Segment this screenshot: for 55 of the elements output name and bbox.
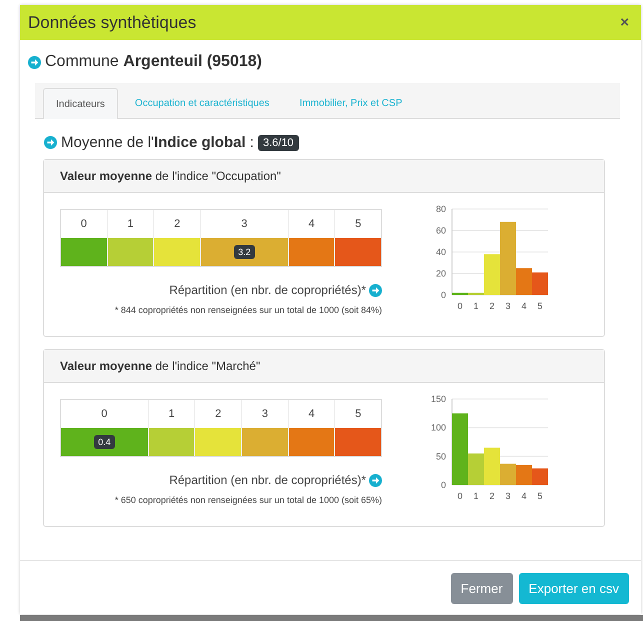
axis-label: 60 xyxy=(436,226,446,236)
bar xyxy=(532,272,548,295)
scale-label: 2 xyxy=(173,217,182,232)
axis-label: 1 xyxy=(474,491,478,501)
axis-label: 2 xyxy=(490,491,494,501)
distribution-link[interactable]: Répartition (en nbr. de copropriétés)* xyxy=(169,473,366,487)
close-button[interactable]: Fermer xyxy=(450,573,513,604)
axis-label: 4 xyxy=(522,491,526,501)
arrow-circle-icon xyxy=(44,136,57,149)
axis-label: 100 xyxy=(430,422,446,433)
axis-label: 3 xyxy=(506,301,510,311)
axis-label: 5 xyxy=(538,301,542,311)
scale-label: 5 xyxy=(354,407,362,422)
axis-label: 150 xyxy=(430,394,446,404)
close-button[interactable]: × xyxy=(620,14,629,31)
scale-label: 5 xyxy=(354,217,362,232)
value-marker: 3.2 xyxy=(234,245,255,259)
axis-label: 4 xyxy=(522,301,526,311)
axis-label: 80 xyxy=(436,204,446,214)
axis-label: 0 xyxy=(458,301,462,311)
scale-label: 0 xyxy=(80,217,88,232)
bar xyxy=(532,468,548,485)
scale-label: 4 xyxy=(307,217,316,232)
modal-title: Données synthètiques xyxy=(28,12,196,32)
scale-label: 2 xyxy=(214,407,222,422)
scale-label: 3 xyxy=(240,217,248,232)
axis-label: 1 xyxy=(474,301,478,311)
arrow-circle-icon xyxy=(369,284,382,296)
commune-title: Commune Argenteuil (95018) xyxy=(45,53,262,71)
arrow-circle-icon xyxy=(28,56,41,68)
scale-label: 1 xyxy=(126,217,135,232)
scale-label: 0 xyxy=(100,407,108,422)
axis-label: 40 xyxy=(436,247,446,257)
axis-label: 3 xyxy=(506,491,510,501)
axis-label: 0 xyxy=(440,480,446,490)
panel-title: Valeur moyenne de l'indice "Marché" xyxy=(44,350,604,383)
axis-label: 20 xyxy=(436,268,446,278)
axis-label: 50 xyxy=(436,451,446,462)
arrow-circle-icon xyxy=(369,474,382,486)
global-index-label: Moyenne de l'Indice global : xyxy=(61,134,254,151)
axis-label: 0 xyxy=(440,290,446,300)
axis-label: 5 xyxy=(538,491,542,501)
footnote: * 650 copropriétés non renseignées sur un total de 1000 (soit 65%) xyxy=(114,495,382,505)
panel-title: Valeur moyenne de l'indice "Occupation" xyxy=(44,160,604,193)
axis-label: 0 xyxy=(458,491,462,501)
footnote: * 844 copropriétés non renseignées sur un total de 1000 (soit 84%) xyxy=(114,305,382,315)
axis-label: 2 xyxy=(490,301,494,311)
value-marker: 0.4 xyxy=(94,435,115,449)
scale-label: 1 xyxy=(168,407,176,422)
distribution-link[interactable]: Répartition (en nbr. de copropriétés)* xyxy=(169,283,366,297)
tab[interactable]: Indicateurs xyxy=(43,88,118,119)
scale-label: 3 xyxy=(260,407,269,422)
scale-label: 4 xyxy=(307,407,316,422)
score-badge: 3.6/10 xyxy=(258,134,299,150)
bar xyxy=(516,464,532,485)
